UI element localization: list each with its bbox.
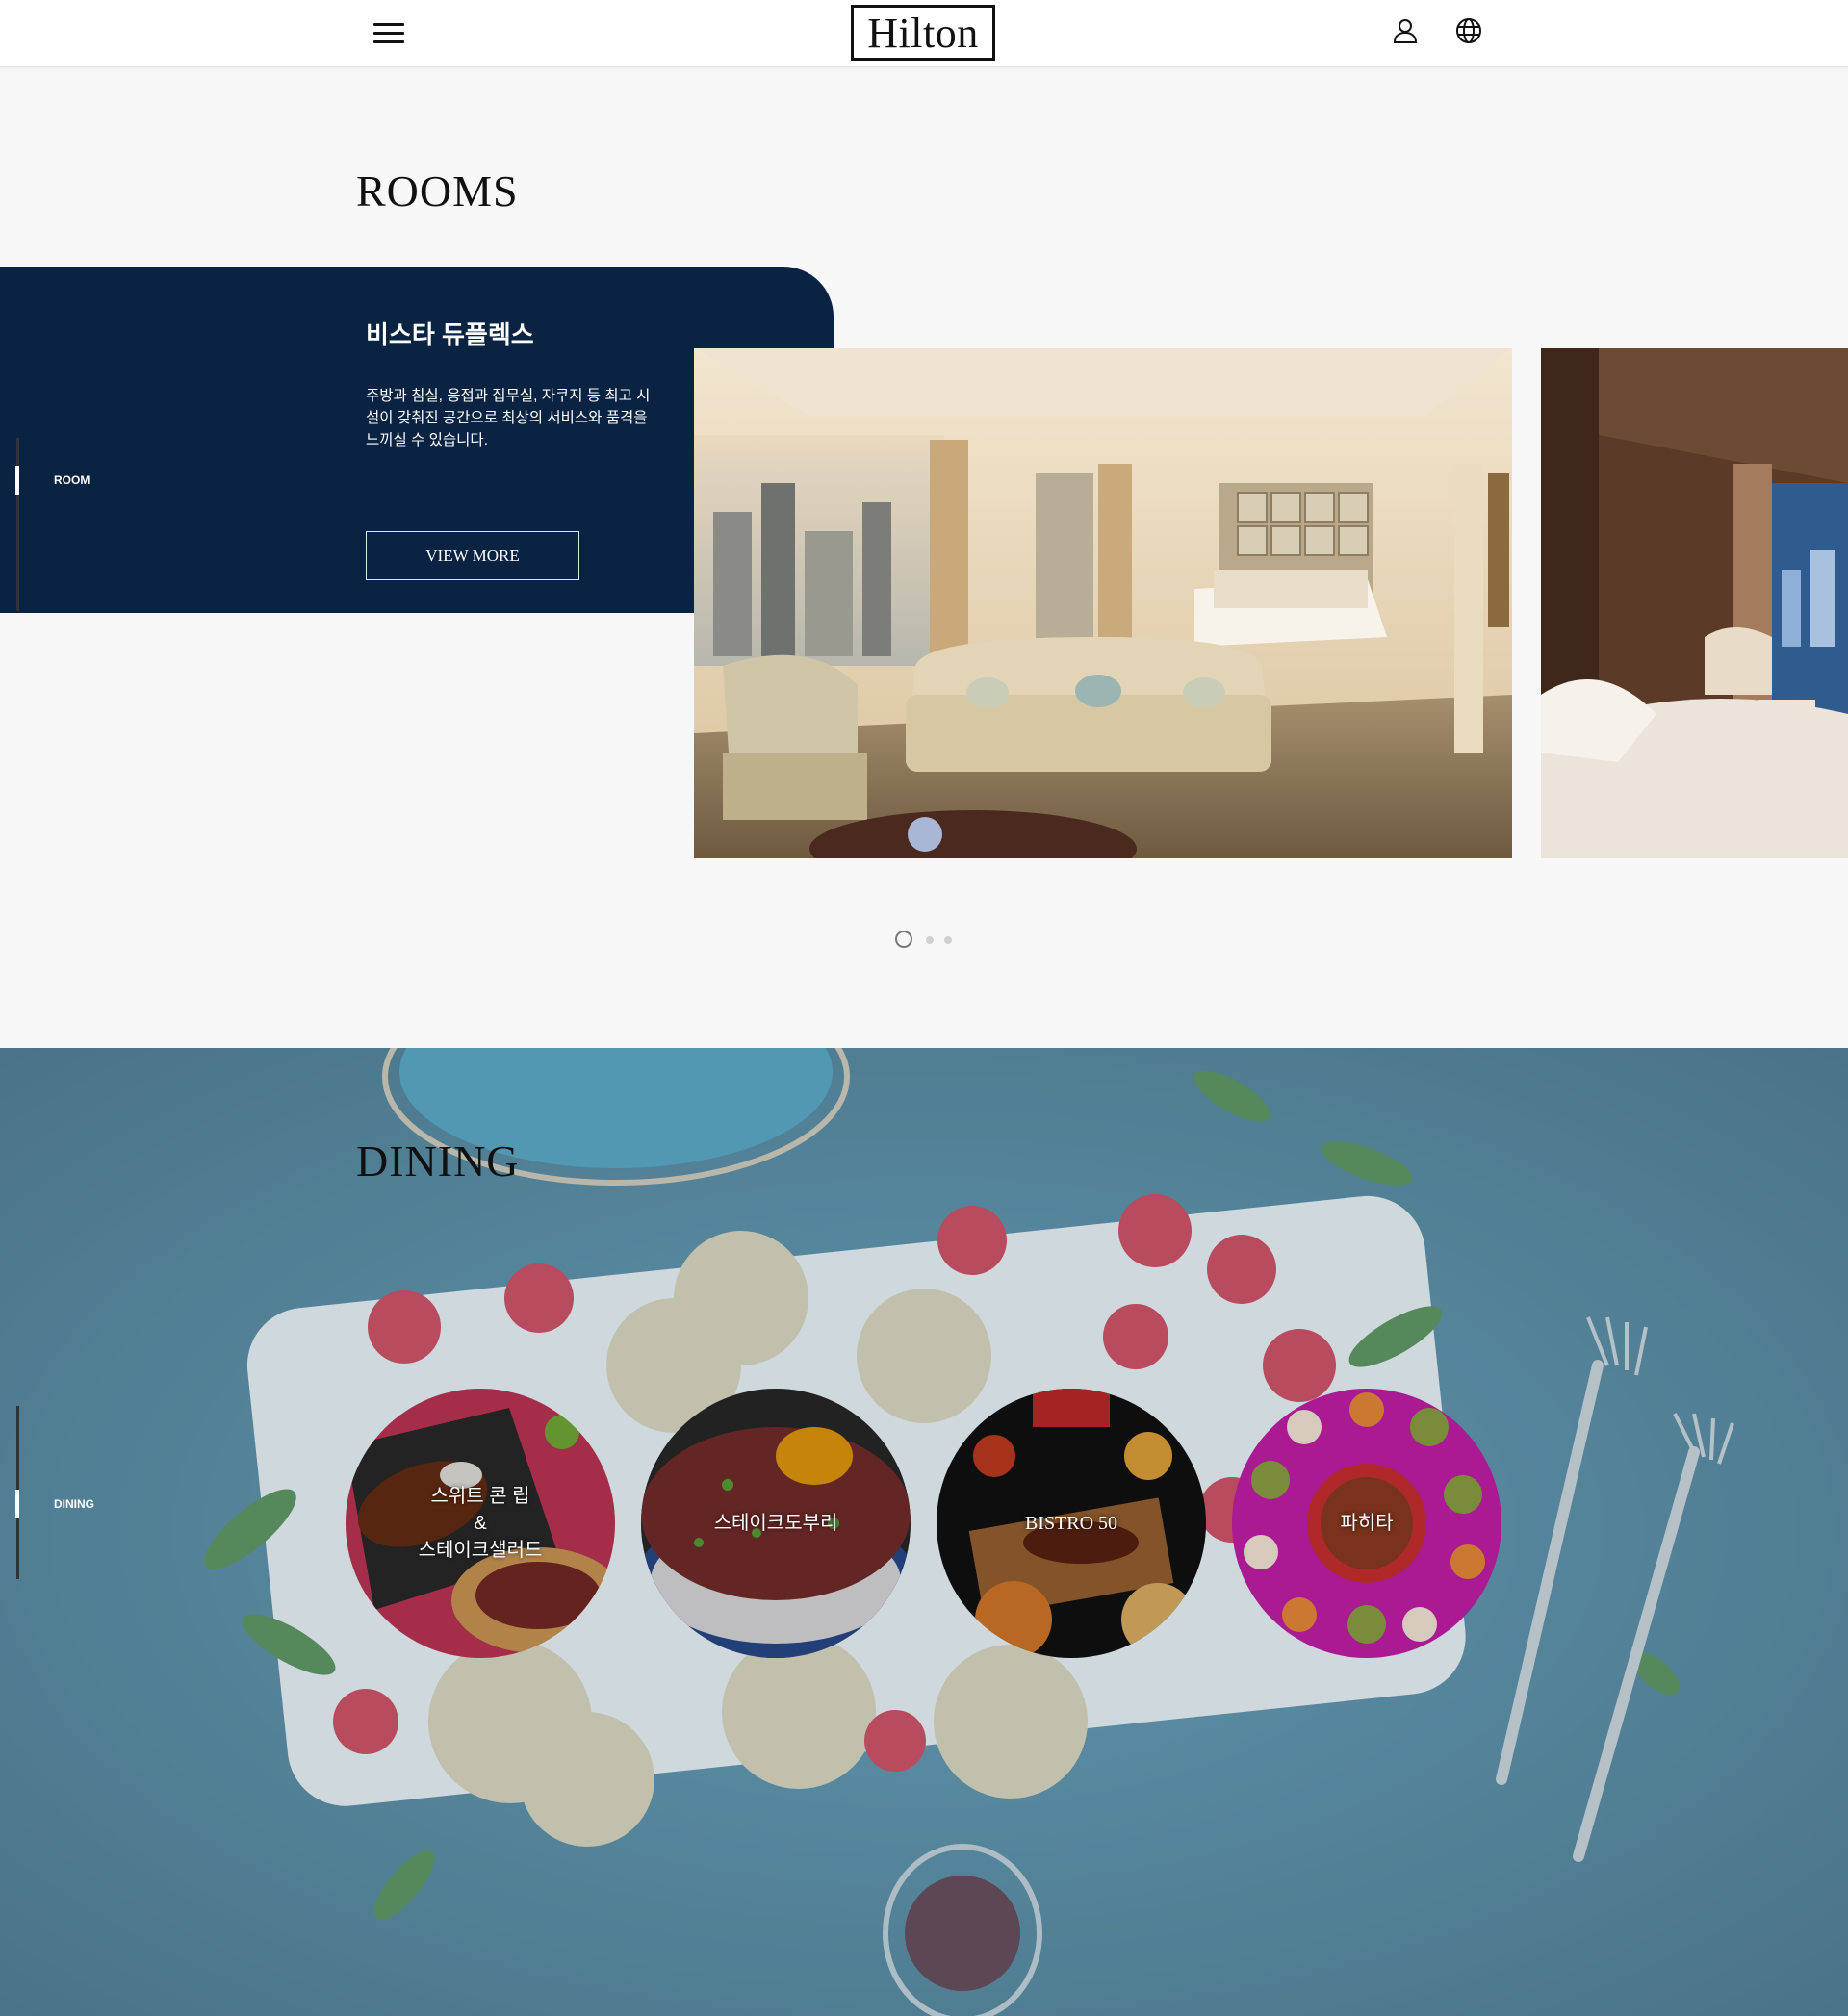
dining-item-label: BISTRO 50 [1024, 1513, 1118, 1534]
dining-item-steak-donburi[interactable]: 스테이크도부리 [641, 1389, 911, 1658]
room-description: 주방과 침실, 응접과 집무실, 자쿠지 등 최고 시설이 갖춰진 공간으로 최… [366, 388, 651, 448]
dining-item-label: 파히타 [1340, 1513, 1394, 1534]
room-name: 비스타 듀플렉스 [366, 320, 534, 349]
dining-item-bistro-50[interactable]: BISTRO 50 [937, 1389, 1206, 1658]
carousel-dot[interactable] [944, 936, 952, 944]
dining-item-fajita[interactable]: 파히타 [1232, 1389, 1502, 1658]
site-header: Hilton [0, 0, 1848, 67]
view-more-button[interactable]: VIEW MORE [366, 531, 579, 580]
dining-item-label: 스위트 콘 립 & 스테이크샐러드 [418, 1486, 543, 1561]
dining-background-image [0, 1048, 1848, 2016]
dining-item-sweet-corn-rib[interactable]: 스위트 콘 립 & 스테이크샐러드 [346, 1389, 615, 1658]
dining-section-title: DINING [356, 1136, 520, 1186]
rooms-section-title: ROOMS [356, 166, 519, 216]
room-side-nav-indicator[interactable] [15, 466, 19, 495]
globe-icon[interactable] [1453, 15, 1484, 46]
carousel-dot-active[interactable] [895, 931, 912, 948]
dining-item-label: 스테이크도부리 [713, 1513, 838, 1534]
hamburger-menu-icon[interactable] [373, 21, 404, 46]
hilton-logo[interactable]: Hilton [851, 5, 995, 61]
room-photo-next[interactable] [1541, 348, 1848, 858]
room-side-nav-label[interactable]: ROOM [54, 473, 90, 487]
dining-side-nav-indicator[interactable] [15, 1490, 19, 1518]
carousel-dot[interactable] [926, 936, 934, 944]
user-icon[interactable] [1390, 15, 1421, 46]
room-side-nav-track [16, 438, 19, 611]
room-photo-vista-duplex[interactable] [694, 348, 1512, 858]
dining-side-nav-label[interactable]: DINING [54, 1497, 94, 1511]
